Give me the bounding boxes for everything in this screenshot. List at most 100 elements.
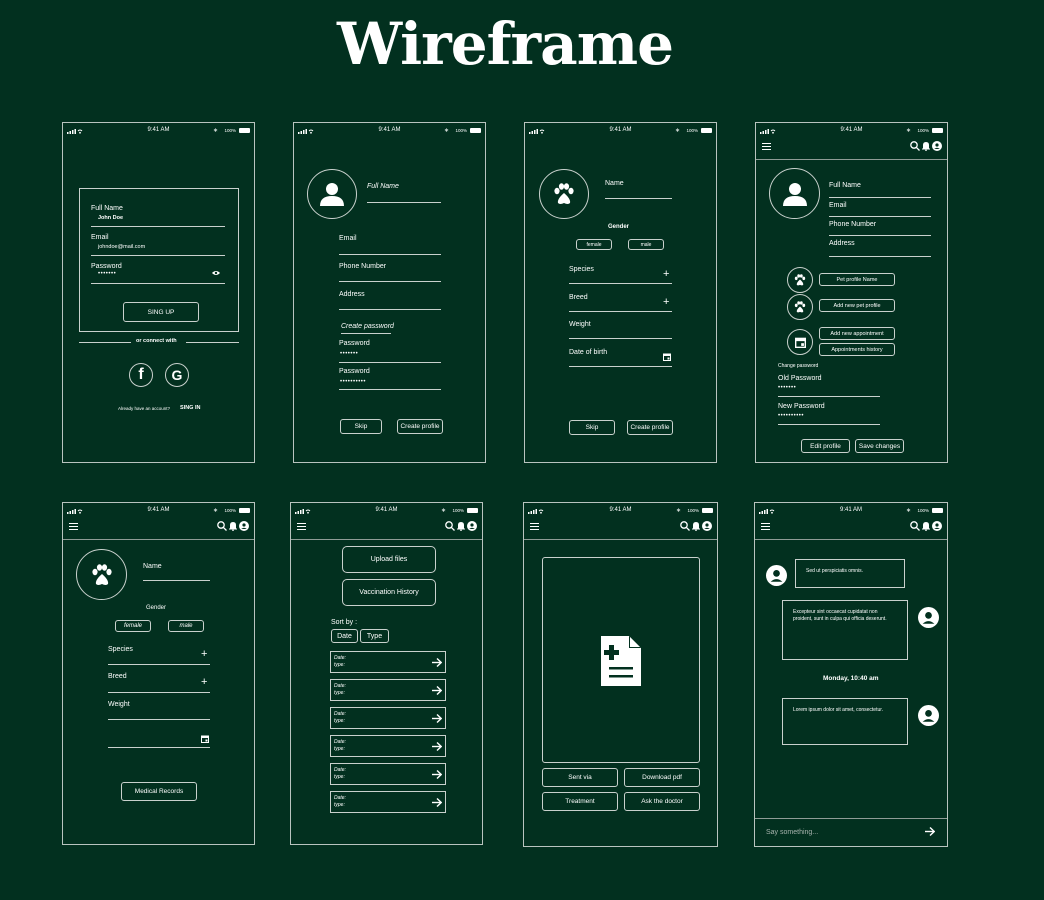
address-underline [339,309,441,310]
profile-icon[interactable] [239,521,249,531]
arrow-right-icon[interactable] [432,714,442,723]
pet-avatar-2[interactable] [787,294,813,320]
battery-percent: 100% [224,128,236,133]
species-add-icon[interactable]: + [663,268,669,280]
full-name-underline [367,202,441,203]
add-pet-profile-button[interactable]: Add new pet profile [819,299,895,312]
menu-icon[interactable] [761,523,770,530]
have-account-text: Already have an account? [118,406,171,411]
edit-profile-button[interactable]: Edit profile [801,439,850,453]
search-icon[interactable] [910,141,920,151]
bell-icon[interactable] [692,521,700,531]
file-row-type: type: [334,690,345,696]
profile-icon[interactable] [467,521,477,531]
profile-icon[interactable] [702,521,712,531]
full-name-label: Full Name [829,182,861,189]
gender-female-button[interactable]: female [115,620,151,632]
search-icon[interactable] [445,521,455,531]
gender-female-button[interactable]: female [576,239,612,250]
arrow-right-icon[interactable] [432,686,442,695]
medical-records-button[interactable]: Medical Records [121,782,197,801]
search-icon[interactable] [680,521,690,531]
new-password-value[interactable]: •••••••••• [778,413,804,419]
eye-icon[interactable] [212,270,220,276]
sort-type-button[interactable]: Type [360,629,389,643]
avatar[interactable] [307,169,357,219]
file-row[interactable]: Date: type: [330,791,446,813]
full-name-value[interactable]: John Doe [98,215,123,221]
arrow-right-icon[interactable] [432,742,442,751]
file-row[interactable]: Date: type: [330,735,446,757]
gender-male-button[interactable]: male [628,239,664,250]
upload-files-button[interactable]: Upload files [342,546,436,573]
bell-icon[interactable] [922,521,930,531]
search-icon[interactable] [910,521,920,531]
pet-profile-name-button[interactable]: Pet profile Name [819,273,895,286]
sort-date-button[interactable]: Date [331,629,358,643]
treatment-button[interactable]: Treatment [542,792,618,811]
breed-add-icon[interactable]: + [201,676,207,688]
vaccination-history-button[interactable]: Vaccination History [342,579,436,606]
message-input[interactable]: Say something... [766,829,818,836]
calendar-icon[interactable] [663,353,671,361]
battery-icon [932,508,943,513]
calendar-icon[interactable] [201,735,209,743]
file-row[interactable]: Date: type: [330,707,446,729]
arrow-right-icon[interactable] [432,658,442,667]
facebook-button[interactable]: f [129,363,153,387]
send-icon[interactable] [925,827,935,836]
pet-avatar[interactable] [76,549,127,600]
add-appointment-button[interactable]: Add new appointment [819,327,895,340]
create-profile-button[interactable]: Create profile [627,420,673,435]
appointments-history-button[interactable]: Appointments history [819,343,895,356]
address-label: Address [829,240,855,247]
sign-in-link[interactable]: SING IN [180,405,200,411]
file-row[interactable]: Date: type: [330,651,446,673]
signup-button[interactable]: SING UP [123,302,199,322]
bell-icon[interactable] [229,521,237,531]
google-button[interactable]: G [165,363,189,387]
sent-via-button[interactable]: Sent via [542,768,618,787]
password-value[interactable]: ••••••• [340,351,358,357]
pet-avatar[interactable] [539,169,589,219]
search-icon[interactable] [217,521,227,531]
download-pdf-button[interactable]: Download pdf [624,768,700,787]
arrow-right-icon[interactable] [432,770,442,779]
save-changes-button[interactable]: Save changes [855,439,904,453]
user-icon [320,183,344,206]
password-value[interactable]: ••••••• [98,271,116,277]
document-preview[interactable] [542,557,700,763]
screen-edit-profile: 9:41 AM ∗ 100% Full Name Email Phone Num… [755,122,948,463]
confirm-password-value[interactable]: •••••••••• [340,379,366,385]
menu-icon[interactable] [762,143,771,150]
skip-button[interactable]: Skip [569,420,615,435]
profile-icon[interactable] [932,141,942,151]
menu-icon[interactable] [69,523,78,530]
email-label: Email [829,202,847,209]
bell-icon[interactable] [457,521,465,531]
status-bar: 9:41 AM ∗ 100% [525,127,716,137]
email-value[interactable]: johndoe@mail.com [98,244,145,250]
species-add-icon[interactable]: + [201,648,207,660]
divider-left [79,342,131,343]
create-profile-button[interactable]: Create profile [397,419,443,434]
species-underline [108,664,210,665]
chat-message-received-1: Sed ut perspiciatis omnis. [795,559,905,588]
gender-male-button[interactable]: male [168,620,204,632]
arrow-right-icon[interactable] [432,798,442,807]
bluetooth-icon: ∗ [443,128,449,134]
menu-icon[interactable] [297,523,306,530]
skip-button[interactable]: Skip [340,419,382,434]
file-row[interactable]: Date: type: [330,679,446,701]
breed-add-icon[interactable]: + [663,296,669,308]
pet-avatar-1[interactable] [787,267,813,293]
phone-label: Phone Number [829,221,877,228]
profile-icon[interactable] [932,521,942,531]
appointment-circle[interactable] [787,329,813,355]
ask-doctor-button[interactable]: Ask the doctor [624,792,700,811]
file-row[interactable]: Date: type: [330,763,446,785]
old-password-value[interactable]: ••••••• [778,385,796,391]
avatar[interactable] [769,168,820,219]
menu-icon[interactable] [530,523,539,530]
bell-icon[interactable] [922,141,930,151]
